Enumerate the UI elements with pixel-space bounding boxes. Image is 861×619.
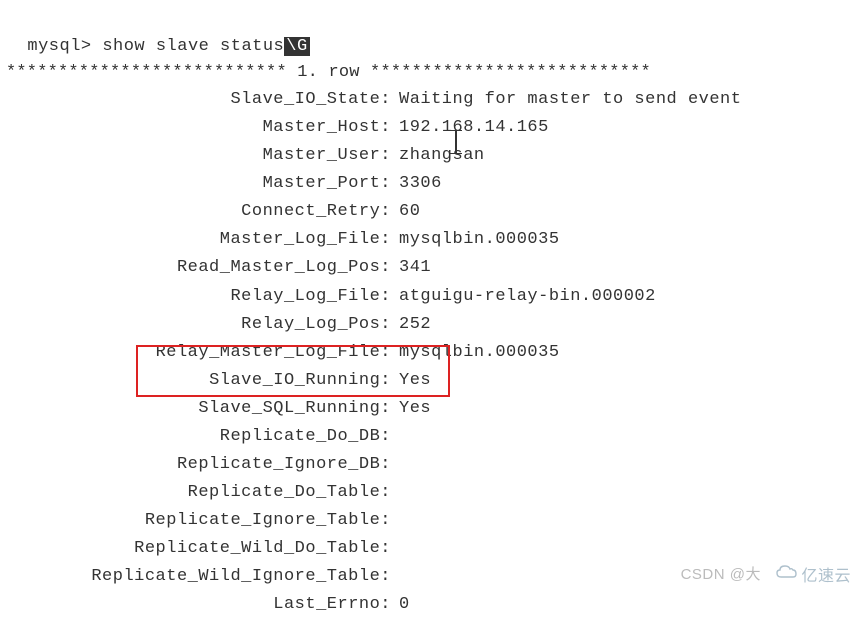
cloud-icon	[775, 564, 797, 585]
status-label: Last_Errno:	[6, 591, 391, 619]
status-value	[391, 535, 399, 563]
status-row: Relay_Log_File:atguigu-relay-bin.000002	[6, 283, 855, 311]
status-row: Last_Errno:0	[6, 591, 855, 619]
status-row: Slave_IO_State:Waiting for master to sen…	[6, 86, 855, 114]
status-row: Replicate_Ignore_DB:	[6, 451, 855, 479]
status-value: mysqlbin.000035	[391, 226, 560, 254]
status-row: Replicate_Wild_Do_Table:	[6, 535, 855, 563]
status-label: Relay_Log_File:	[6, 283, 391, 311]
status-row: Master_Host:192.168.14.165	[6, 114, 855, 142]
status-value: 60	[391, 198, 420, 226]
watermark-text: 亿速云	[801, 562, 851, 586]
watermark-yisu: 亿速云	[775, 562, 851, 586]
status-value: 341	[391, 254, 431, 282]
status-value: 192.168.14.165	[391, 114, 549, 142]
status-label: Slave_IO_State:	[6, 86, 391, 114]
watermark-csdn: CSDN @大	[681, 563, 761, 584]
status-label: Replicate_Wild_Do_Table:	[6, 535, 391, 563]
prompt-command: show slave status	[102, 37, 284, 56]
status-label: Connect_Retry:	[6, 198, 391, 226]
status-value: mysqlbin.000035	[391, 339, 560, 367]
status-label: Slave_SQL_Running:	[6, 395, 391, 423]
status-value: Waiting for master to send event	[391, 86, 741, 114]
prompt-terminator: \G	[284, 37, 309, 56]
status-value: Yes	[391, 395, 431, 423]
status-value: 0	[391, 591, 410, 619]
status-label: Replicate_Ignore_Table:	[6, 507, 391, 535]
status-row: Master_Port:3306	[6, 170, 855, 198]
status-row: Read_Master_Log_Pos:341	[6, 254, 855, 282]
status-value	[391, 563, 399, 591]
status-row: Master_Log_File:mysqlbin.000035	[6, 226, 855, 254]
status-label: Replicate_Ignore_DB:	[6, 451, 391, 479]
status-label: Master_Log_File:	[6, 226, 391, 254]
status-label: Replicate_Do_DB:	[6, 423, 391, 451]
status-label: Master_Host:	[6, 114, 391, 142]
row-header: *************************** 1. row *****…	[6, 59, 855, 86]
status-value: 3306	[391, 170, 442, 198]
status-value	[391, 479, 399, 507]
status-label: Relay_Master_Log_File:	[6, 339, 391, 367]
status-label: Replicate_Wild_Ignore_Table:	[6, 563, 391, 591]
status-row: Replicate_Do_DB:	[6, 423, 855, 451]
status-row: Relay_Master_Log_File:mysqlbin.000035	[6, 339, 855, 367]
status-value: atguigu-relay-bin.000002	[391, 283, 656, 311]
status-row: Master_User:zhangsan	[6, 142, 855, 170]
status-row: Replicate_Ignore_Table:	[6, 507, 855, 535]
status-value: 252	[391, 311, 431, 339]
status-label: Slave_IO_Running:	[6, 367, 391, 395]
status-value	[391, 423, 399, 451]
status-row: Replicate_Do_Table:	[6, 479, 855, 507]
status-value: zhangsan	[391, 142, 485, 170]
status-row: Slave_IO_Running:Yes	[6, 367, 855, 395]
status-label: Master_User:	[6, 142, 391, 170]
status-value	[391, 507, 399, 535]
status-label: Read_Master_Log_Pos:	[6, 254, 391, 282]
mysql-prompt-line[interactable]: mysql> show slave status\G	[6, 8, 855, 59]
status-label: Replicate_Do_Table:	[6, 479, 391, 507]
status-value: Yes	[391, 367, 431, 395]
status-value	[391, 451, 399, 479]
status-row: Connect_Retry:60	[6, 198, 855, 226]
prompt-ps: mysql>	[27, 37, 102, 56]
status-label: Master_Port:	[6, 170, 391, 198]
status-row: Relay_Log_Pos:252	[6, 311, 855, 339]
status-label: Relay_Log_Pos:	[6, 311, 391, 339]
status-fields: Slave_IO_State:Waiting for master to sen…	[6, 86, 855, 619]
status-row: Slave_SQL_Running:Yes	[6, 395, 855, 423]
